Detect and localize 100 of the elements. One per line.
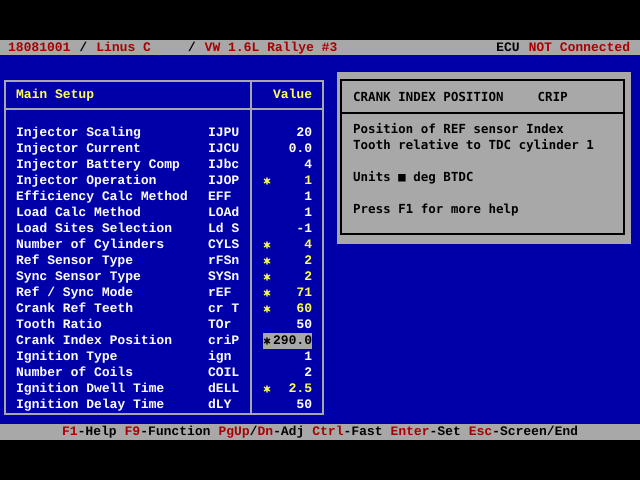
value-cell[interactable]: 1 bbox=[263, 205, 312, 221]
parameter-code: rFSn bbox=[208, 253, 240, 269]
key-label: PgUp bbox=[218, 424, 250, 440]
parameter-value: 4 bbox=[304, 237, 312, 253]
parameter-name[interactable]: Ignition Type bbox=[16, 349, 208, 365]
parameter-name[interactable]: Load Calc Method bbox=[16, 205, 208, 221]
key-label: Ctrl bbox=[312, 424, 344, 440]
parameter-name[interactable]: Efficiency Calc Method bbox=[16, 189, 208, 205]
parameter-value: 2.5 bbox=[288, 381, 312, 397]
parameter-value: 1 bbox=[304, 189, 312, 205]
parameter-code: criP bbox=[208, 333, 240, 349]
parameter-code: IJbc bbox=[208, 157, 240, 173]
value-cell[interactable]: 4 bbox=[263, 157, 312, 173]
help-title: CRANK INDEX POSITION bbox=[353, 89, 504, 104]
status-text: NOT Connected bbox=[528, 40, 630, 55]
value-cell[interactable]: -1 bbox=[263, 221, 312, 237]
asterisk-icon bbox=[263, 177, 271, 185]
key-description: -Set bbox=[430, 424, 461, 440]
value-cell[interactable]: 1 bbox=[263, 173, 312, 189]
key-description: / bbox=[250, 424, 258, 440]
parameter-code: LOAd bbox=[208, 205, 240, 221]
asterisk-icon bbox=[263, 337, 271, 345]
key-description: -Help bbox=[78, 424, 117, 440]
asterisk-icon bbox=[263, 241, 271, 249]
parameter-name[interactable]: Number of Cylinders bbox=[16, 237, 208, 253]
value-cell[interactable]: 60 bbox=[263, 301, 312, 317]
parameter-name[interactable]: Ref Sensor Type bbox=[16, 253, 208, 269]
parameter-code: Ld S bbox=[208, 221, 240, 237]
asterisk-icon bbox=[263, 385, 271, 393]
status-text: ECU bbox=[496, 40, 520, 55]
parameter-value: 50 bbox=[296, 397, 312, 413]
parameter-value: 2 bbox=[304, 269, 312, 285]
parameter-name[interactable]: Injector Operation bbox=[16, 173, 208, 189]
parameter-value: 2 bbox=[304, 253, 312, 269]
parameter-name[interactable]: Injector Current bbox=[16, 141, 208, 157]
parameter-code: IJCU bbox=[208, 141, 240, 157]
help-text: Units ■ deg BTDC bbox=[353, 169, 474, 185]
parameter-code: SYSn bbox=[208, 269, 240, 285]
header-text: / bbox=[188, 40, 196, 55]
value-cell[interactable]: 290.0 bbox=[263, 333, 312, 349]
key-label: Enter bbox=[390, 424, 430, 440]
key-description: -Adj bbox=[273, 424, 304, 440]
parameter-name[interactable]: Crank Index Position bbox=[16, 333, 208, 349]
value-cell[interactable]: 71 bbox=[263, 285, 312, 301]
header-text: / bbox=[79, 40, 88, 55]
parameter-value: 0.0 bbox=[288, 141, 312, 157]
parameter-name[interactable]: Ref / Sync Mode bbox=[16, 285, 208, 301]
key-description: -Screen/End bbox=[492, 424, 578, 440]
parameter-value: 71 bbox=[296, 285, 312, 301]
key-label: F1 bbox=[62, 424, 78, 440]
parameter-value: 2 bbox=[304, 365, 312, 381]
parameter-code: EFF bbox=[208, 189, 232, 205]
key-label: F9 bbox=[124, 424, 140, 440]
help-code: CRIP bbox=[538, 89, 568, 104]
help-text: Press F1 for more help bbox=[353, 201, 520, 217]
parameter-name[interactable]: Ignition Dwell Time bbox=[16, 381, 208, 397]
parameter-code: COIL bbox=[208, 365, 240, 381]
parameter-value: 20 bbox=[296, 125, 312, 141]
parameter-value: 60 bbox=[296, 301, 312, 317]
parameter-code: IJPU bbox=[208, 125, 240, 141]
value-cell[interactable]: 50 bbox=[263, 317, 312, 333]
header-text: Linus C bbox=[96, 40, 151, 55]
value-cell[interactable]: 2 bbox=[263, 365, 312, 381]
asterisk-icon bbox=[263, 305, 271, 313]
value-cell[interactable]: 0.0 bbox=[263, 141, 312, 157]
parameter-value: 4 bbox=[304, 157, 312, 173]
parameter-name[interactable]: Ignition Delay Time bbox=[16, 397, 208, 413]
key-description: -Fast bbox=[344, 424, 383, 440]
parameter-name[interactable]: Sync Sensor Type bbox=[16, 269, 208, 285]
key-description: -Function bbox=[140, 424, 210, 440]
parameter-code: TOr bbox=[208, 317, 232, 333]
table-title: Main Setup bbox=[16, 87, 94, 103]
value-cell[interactable]: 1 bbox=[263, 349, 312, 365]
parameter-code: ign bbox=[208, 349, 232, 365]
parameter-name[interactable]: Load Sites Selection bbox=[16, 221, 208, 237]
parameter-name[interactable]: Tooth Ratio bbox=[16, 317, 208, 333]
parameter-name[interactable]: Injector Scaling bbox=[16, 125, 208, 141]
help-text: Position of REF sensor Index Tooth relative to TDC cylinder 1 bbox=[353, 121, 595, 153]
value-cell[interactable]: 2.5 bbox=[263, 381, 312, 397]
parameter-name[interactable]: Crank Ref Teeth bbox=[16, 301, 208, 317]
parameter-code: rEF bbox=[208, 285, 232, 301]
parameter-code: dELL bbox=[208, 381, 240, 397]
parameter-code: CYLS bbox=[208, 237, 240, 253]
value-cell[interactable]: 4 bbox=[263, 237, 312, 253]
asterisk-icon bbox=[263, 257, 271, 265]
value-cell[interactable]: 1 bbox=[263, 189, 312, 205]
parameter-code: cr T bbox=[208, 301, 240, 317]
parameter-value: 1 bbox=[304, 173, 312, 189]
asterisk-icon bbox=[263, 289, 271, 297]
value-cell[interactable]: 2 bbox=[263, 269, 312, 285]
value-cell[interactable]: 2 bbox=[263, 253, 312, 269]
value-cell[interactable]: 50 bbox=[263, 397, 312, 413]
value-cell[interactable]: 20 bbox=[263, 125, 312, 141]
key-label: Dn bbox=[257, 424, 274, 440]
header-text: 18081001 bbox=[8, 40, 70, 55]
parameter-name[interactable]: Injector Battery Comp bbox=[16, 157, 208, 173]
parameter-value: 290.0 bbox=[272, 333, 312, 349]
parameter-code: IJOP bbox=[208, 173, 240, 189]
parameter-name[interactable]: Number of Coils bbox=[16, 365, 208, 381]
parameter-value: -1 bbox=[296, 221, 312, 237]
